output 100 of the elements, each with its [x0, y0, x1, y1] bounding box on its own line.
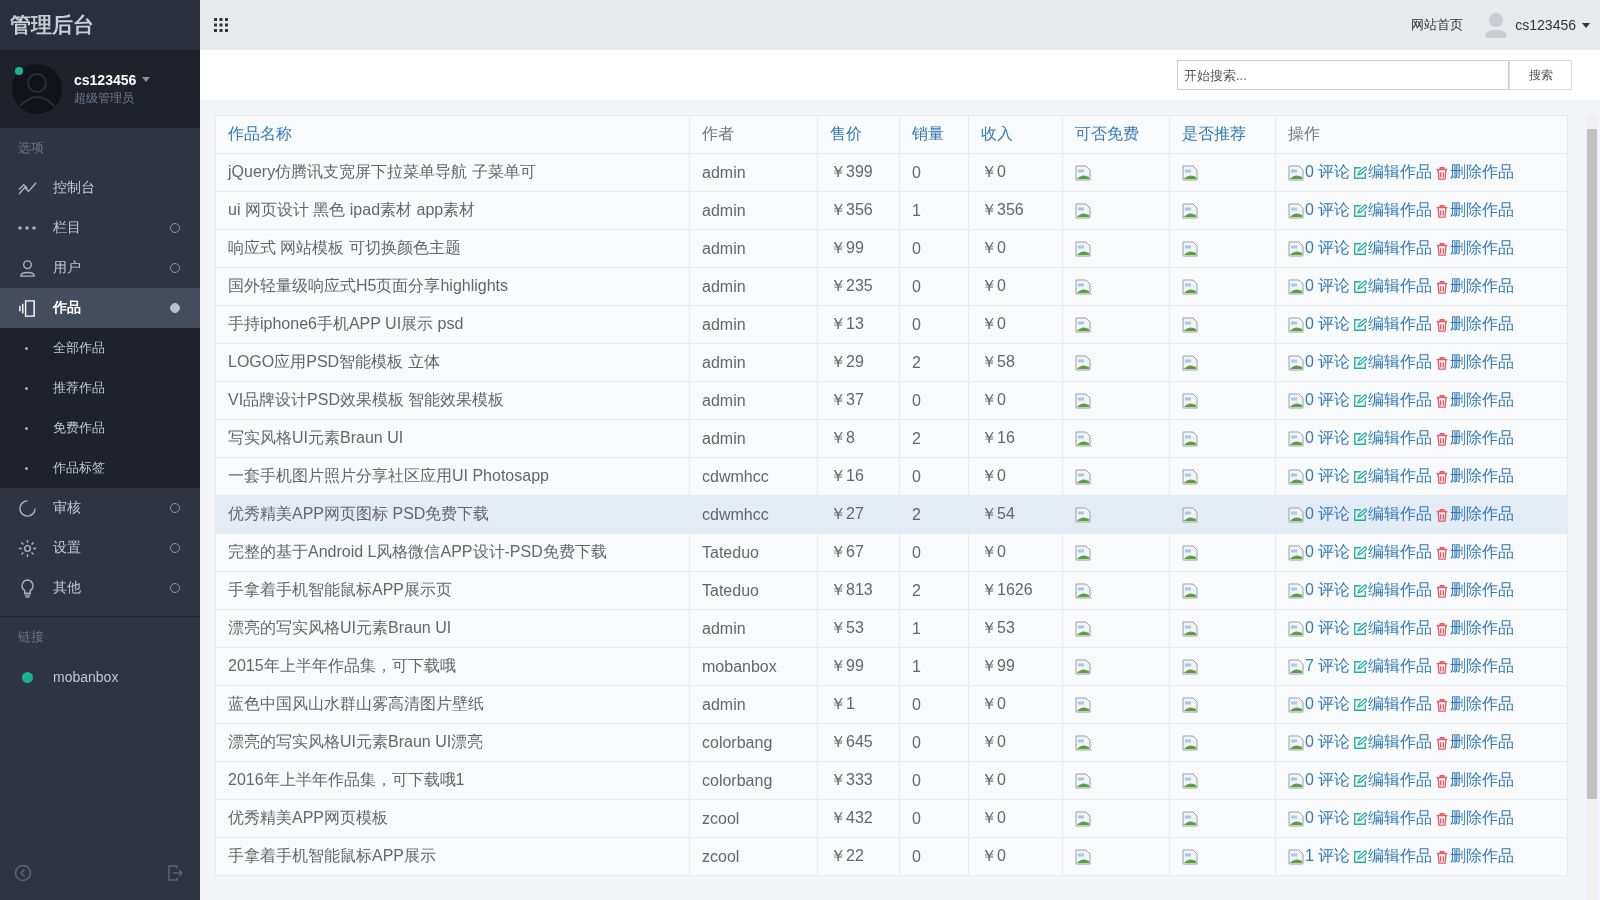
delete-link[interactable]: 删除作品: [1450, 163, 1515, 180]
edit-icon[interactable]: [1353, 697, 1368, 712]
delete-link[interactable]: 删除作品: [1450, 543, 1515, 560]
table-row[interactable]: jQuery仿腾讯支宽屏下拉菜单导航 子菜单可 admin ￥399 0 ￥0 0 评论 编辑作品 删除作品: [215, 153, 1568, 192]
edit-link[interactable]: 编辑作品: [1368, 809, 1433, 826]
logout-icon[interactable]: [166, 864, 184, 882]
trash-icon[interactable]: [1435, 545, 1450, 560]
trash-icon[interactable]: [1435, 317, 1450, 332]
table-row[interactable]: 2016年上半年作品集，可下载哦1 colorbang ￥333 0 ￥0 0 评论 编辑作品 删除作品: [215, 761, 1568, 800]
comments-link[interactable]: 0 评论: [1305, 467, 1351, 484]
nav-item[interactable]: 控制台: [0, 168, 200, 208]
table-row[interactable]: 手持iphone6手机APP UI展示 psd admin ￥13 0 ￥0 0 评论 编辑作品 删除作品: [215, 305, 1568, 344]
comments-link[interactable]: 0 评论: [1305, 201, 1351, 218]
search-button[interactable]: 搜索: [1509, 60, 1572, 90]
table-row[interactable]: 一套手机图片照片分享社区应用UI Photosapp cdwmhcc ￥16 0 ￥0 0 评论 编辑作品 删除作品: [215, 457, 1568, 496]
nav-item[interactable]: 用户: [0, 248, 200, 288]
edit-icon[interactable]: [1353, 393, 1368, 408]
comments-link[interactable]: 0 评论: [1305, 543, 1351, 560]
edit-link[interactable]: 编辑作品: [1368, 695, 1433, 712]
comments-link[interactable]: 7 评论: [1305, 657, 1351, 674]
edit-link[interactable]: 编辑作品: [1368, 467, 1433, 484]
edit-link[interactable]: 编辑作品: [1368, 505, 1433, 522]
comments-link[interactable]: 0 评论: [1305, 809, 1351, 826]
caret-icon[interactable]: [1582, 22, 1590, 28]
edit-icon[interactable]: [1353, 241, 1368, 256]
search-field[interactable]: 开始搜索...: [1177, 60, 1509, 90]
trash-icon[interactable]: [1435, 393, 1450, 408]
edit-link[interactable]: 编辑作品: [1368, 657, 1433, 674]
nav-item[interactable]: 其他: [0, 568, 200, 608]
trash-icon[interactable]: [1435, 735, 1450, 750]
delete-link[interactable]: 删除作品: [1450, 429, 1515, 446]
table-row[interactable]: 完整的基于Android L风格微信APP设计-PSD免费下载 Tateduo ￥67 0 ￥0 0 评论 编辑作品 删除作品: [215, 533, 1568, 572]
trash-icon[interactable]: [1435, 203, 1450, 218]
trash-icon[interactable]: [1435, 355, 1450, 370]
edit-icon[interactable]: [1353, 811, 1368, 826]
comments-link[interactable]: 0 评论: [1305, 771, 1351, 788]
trash-icon[interactable]: [1435, 621, 1450, 636]
delete-link[interactable]: 删除作品: [1450, 733, 1515, 750]
sort-header[interactable]: 售价: [817, 115, 900, 154]
caret-icon[interactable]: [142, 77, 151, 82]
edit-link[interactable]: 编辑作品: [1368, 733, 1433, 750]
trash-icon[interactable]: [1435, 773, 1450, 788]
submenu-item[interactable]: 作品标签: [0, 448, 200, 488]
edit-icon[interactable]: [1353, 849, 1368, 864]
table-row[interactable]: 2015年上半年作品集，可下载哦 mobanbox ￥99 1 ￥99 7 评论 编辑作品 删除作品: [215, 647, 1568, 686]
sort-header[interactable]: 作品名称: [215, 115, 690, 154]
table-row[interactable]: VI品牌设计PSD效果模板 智能效果模板 admin ￥37 0 ￥0 0 评论 编辑作品 删除作品: [215, 381, 1568, 420]
edit-link[interactable]: 编辑作品: [1368, 581, 1433, 598]
edit-icon[interactable]: [1353, 203, 1368, 218]
edit-link[interactable]: 编辑作品: [1368, 771, 1433, 788]
edit-link[interactable]: 编辑作品: [1368, 201, 1433, 218]
menu-icon[interactable]: [214, 18, 228, 32]
edit-icon[interactable]: [1353, 279, 1368, 294]
table-row[interactable]: 写实风格UI元素Braun UI admin ￥8 2 ￥16 0 评论 编辑作品 删除作品: [215, 419, 1568, 458]
delete-link[interactable]: 删除作品: [1450, 809, 1515, 826]
delete-link[interactable]: 删除作品: [1450, 619, 1515, 636]
delete-link[interactable]: 删除作品: [1450, 505, 1515, 522]
edit-icon[interactable]: [1353, 431, 1368, 446]
comments-link[interactable]: 0 评论: [1305, 163, 1351, 180]
sort-header[interactable]: 是否推荐: [1169, 115, 1276, 154]
comments-link[interactable]: 0 评论: [1305, 277, 1351, 294]
delete-link[interactable]: 删除作品: [1450, 353, 1515, 370]
delete-link[interactable]: 删除作品: [1450, 391, 1515, 408]
comments-link[interactable]: 1 评论: [1305, 847, 1351, 864]
table-row[interactable]: 手拿着手机智能鼠标APP展示页 Tateduo ￥813 2 ￥1626 0 评论 编辑作品 删除作品: [215, 571, 1568, 610]
trash-icon[interactable]: [1435, 165, 1450, 180]
edit-icon[interactable]: [1353, 165, 1368, 180]
edit-link[interactable]: 编辑作品: [1368, 619, 1433, 636]
table-row[interactable]: 蓝色中国风山水群山雾高清图片壁纸 admin ￥1 0 ￥0 0 评论 编辑作品 删除作品: [215, 685, 1568, 724]
comments-link[interactable]: 0 评论: [1305, 581, 1351, 598]
collapse-icon[interactable]: [14, 864, 32, 882]
nav-item[interactable]: 审核: [0, 488, 200, 528]
edit-icon[interactable]: [1353, 583, 1368, 598]
delete-link[interactable]: 删除作品: [1450, 239, 1515, 256]
edit-link[interactable]: 编辑作品: [1368, 239, 1433, 256]
comments-link[interactable]: 0 评论: [1305, 429, 1351, 446]
comments-link[interactable]: 0 评论: [1305, 353, 1351, 370]
table-row[interactable]: 漂亮的写实风格UI元素Braun UI漂亮 colorbang ￥645 0 ￥0 0 评论 编辑作品 删除作品: [215, 723, 1568, 762]
comments-link[interactable]: 0 评论: [1305, 391, 1351, 408]
delete-link[interactable]: 删除作品: [1450, 847, 1515, 864]
trash-icon[interactable]: [1435, 659, 1450, 674]
table-row[interactable]: 优秀精美APP网页模板 zcool ￥432 0 ￥0 0 评论 编辑作品 删除作品: [215, 799, 1568, 838]
submenu-item[interactable]: 免费作品: [0, 408, 200, 448]
comments-link[interactable]: 0 评论: [1305, 505, 1351, 522]
trash-icon[interactable]: [1435, 697, 1450, 712]
edit-icon[interactable]: [1353, 507, 1368, 522]
edit-link[interactable]: 编辑作品: [1368, 163, 1433, 180]
nav-item[interactable]: 栏目: [0, 208, 200, 248]
nav-item[interactable]: 设置: [0, 528, 200, 568]
edit-link[interactable]: 编辑作品: [1368, 277, 1433, 294]
trash-icon[interactable]: [1435, 507, 1450, 522]
comments-link[interactable]: 0 评论: [1305, 733, 1351, 750]
trash-icon[interactable]: [1435, 241, 1450, 256]
edit-link[interactable]: 编辑作品: [1368, 847, 1433, 864]
edit-link[interactable]: 编辑作品: [1368, 353, 1433, 370]
home-link[interactable]: 网站首页: [1411, 16, 1464, 34]
nav-item[interactable]: 作品: [0, 288, 200, 328]
sort-header[interactable]: 收入: [968, 115, 1063, 154]
trash-icon[interactable]: [1435, 811, 1450, 826]
sort-header[interactable]: 可否免费: [1062, 115, 1170, 154]
